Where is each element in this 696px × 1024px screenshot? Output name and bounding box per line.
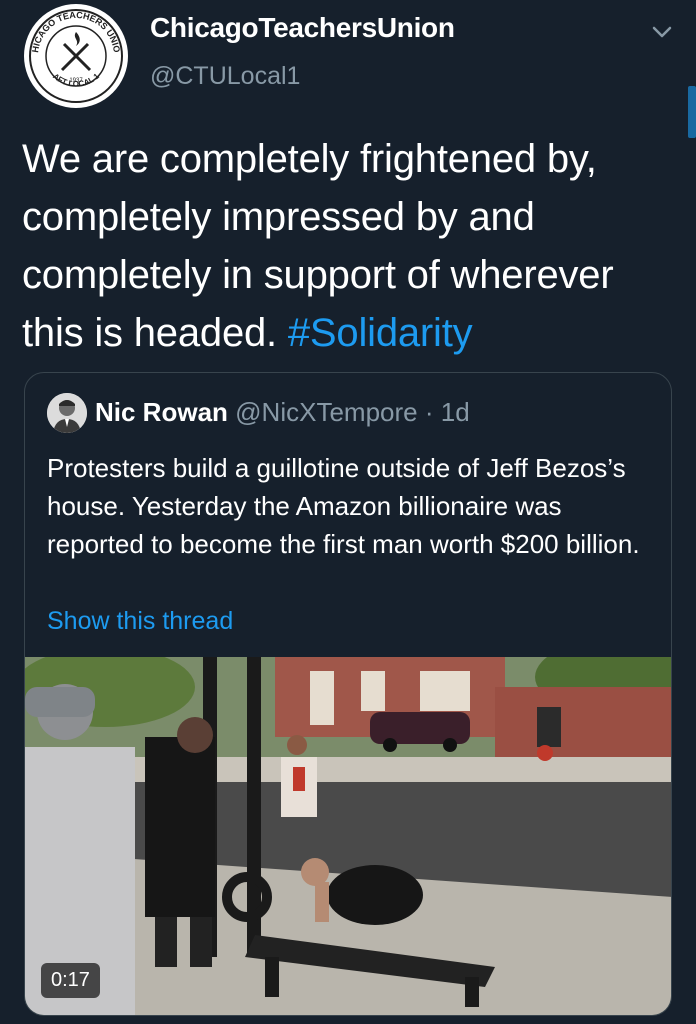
profile-avatar[interactable]: CHICAGO TEACHERS UNION AFT LOCAL 1 1937 bbox=[24, 4, 128, 108]
tweet-text: We are completely frightened by, complet… bbox=[22, 130, 682, 362]
video-duration-badge: 0:17 bbox=[41, 963, 100, 998]
display-name[interactable]: ChicagoTeachersUnion bbox=[150, 12, 455, 44]
seal-year: 1937 bbox=[69, 78, 83, 84]
quote-avatar[interactable] bbox=[47, 393, 87, 433]
quote-display-name[interactable]: Nic Rowan bbox=[95, 397, 228, 427]
quoted-tweet-card[interactable]: Nic Rowan @NicXTempore · 1d Protesters b… bbox=[24, 372, 672, 1016]
chevron-down-icon[interactable] bbox=[648, 18, 676, 46]
quote-timestamp[interactable]: 1d bbox=[441, 397, 470, 427]
video-frame bbox=[25, 657, 671, 1015]
quote-header: Nic Rowan @NicXTempore · 1d bbox=[95, 397, 470, 428]
user-handle[interactable]: @CTULocal1 bbox=[150, 62, 300, 91]
union-seal-logo: CHICAGO TEACHERS UNION AFT LOCAL 1 1937 bbox=[24, 4, 126, 106]
quote-text: Protesters build a guillotine outside of… bbox=[47, 453, 640, 559]
person-avatar-icon bbox=[47, 393, 87, 433]
scrollbar-thumb[interactable] bbox=[688, 86, 696, 138]
video-thumbnail[interactable]: 0:17 bbox=[25, 657, 671, 1015]
tweet[interactable]: CHICAGO TEACHERS UNION AFT LOCAL 1 1937 … bbox=[0, 0, 696, 1024]
meta-separator: · bbox=[424, 397, 434, 427]
hashtag-link[interactable]: #Solidarity bbox=[288, 311, 473, 355]
quote-handle[interactable]: @NicXTempore bbox=[235, 397, 417, 427]
show-thread-link[interactable]: Show this thread bbox=[47, 607, 233, 636]
